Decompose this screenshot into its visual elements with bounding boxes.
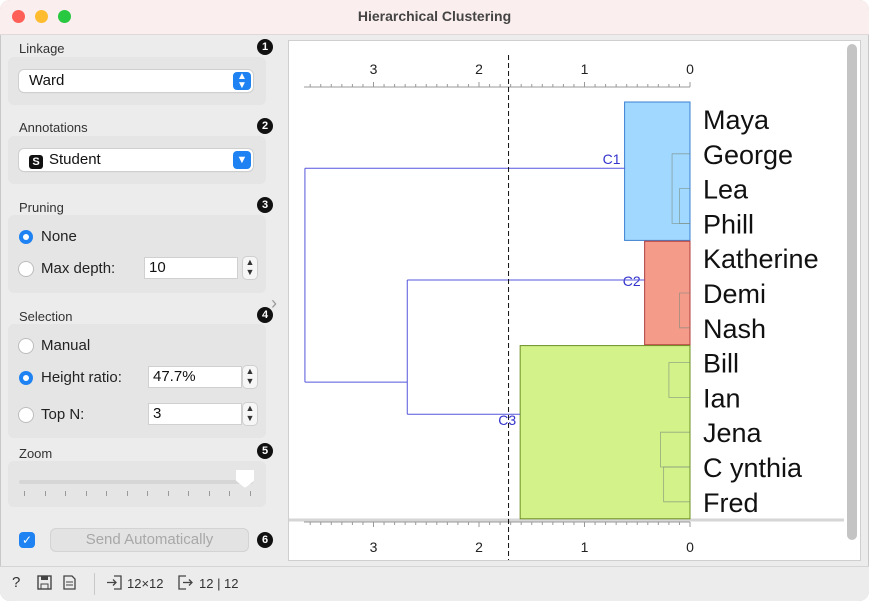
annotations-label: Annotations xyxy=(19,120,88,135)
output-summary: 12 | 12 xyxy=(199,576,239,591)
zoom-tick xyxy=(126,491,128,496)
cluster-label: C1 xyxy=(603,151,621,167)
axis-tick-label: 0 xyxy=(686,539,694,555)
pruning-box xyxy=(8,215,266,293)
zoom-tick xyxy=(229,491,230,496)
title-bar: Hierarchical Clustering xyxy=(0,0,869,35)
input-summary: 12×12 xyxy=(127,576,164,591)
selection-height-ratio-radio[interactable] xyxy=(19,371,33,385)
leaf-label: Maya xyxy=(703,105,770,135)
top-n-value: 3 xyxy=(153,405,162,422)
linkage-value: Ward xyxy=(29,72,65,89)
top-n-spinbox[interactable]: 3 xyxy=(149,404,241,424)
leaf-label: Demi xyxy=(703,279,766,309)
pruning-label: Pruning xyxy=(19,200,64,215)
leaf-label: Lea xyxy=(703,175,749,205)
input-icon xyxy=(106,575,122,593)
selection-manual-radio[interactable] xyxy=(19,339,33,353)
zoom-tick xyxy=(188,491,189,496)
manual-label: Manual xyxy=(41,337,91,354)
selection-top-n-radio[interactable] xyxy=(19,408,33,422)
save-icon[interactable] xyxy=(37,575,52,593)
zoom-slider-track[interactable] xyxy=(19,480,253,484)
vertical-scrollbar[interactable] xyxy=(847,44,857,540)
leaf-label: Fred xyxy=(703,488,759,518)
dendrogram-svg: 3 2 1 03 2 1 0C1C2C3MayaGeorgeLeaPhillKatherin… xyxy=(289,55,844,560)
zoom-tick xyxy=(208,491,210,496)
height-ratio-label: Height ratio: xyxy=(41,369,122,386)
control-panel: Linkage 1 Ward ▲ ▼ Annotations 2 S Student… xyxy=(0,35,285,565)
annotations-value: Student xyxy=(49,151,101,168)
zoom-tick xyxy=(65,491,66,496)
zoom-tick xyxy=(249,491,251,496)
status-bar: ? 12×12 12 | 12 xyxy=(0,566,869,601)
zoom-label: Zoom xyxy=(19,446,53,461)
dendrogram-view[interactable]: 3 2 1 0 3 2 1 0 C1 C2 C3 Maya George Lea Phill Katherin… xyxy=(289,41,860,560)
leaf-label: Katherine xyxy=(703,244,819,274)
zoom-tick xyxy=(106,491,107,496)
axis-tick-label: 3 xyxy=(370,61,378,77)
help-icon[interactable]: ? xyxy=(12,574,20,591)
zoom-tick xyxy=(85,491,87,496)
axis-tick-label: 1 xyxy=(581,539,589,555)
pruning-none-label: None xyxy=(41,228,77,245)
window-title: Hierarchical Clustering xyxy=(357,8,512,24)
zoom-tick xyxy=(147,491,148,496)
height-ratio-spinbox[interactable]: 47.7% xyxy=(149,367,241,387)
zoom-tick xyxy=(24,491,25,496)
top-n-stepper[interactable]: ▲ ▼ xyxy=(243,403,257,425)
zoom-tick xyxy=(44,491,46,496)
selection-label: Selection xyxy=(19,309,73,324)
max-depth-spinbox[interactable]: 10 xyxy=(145,258,237,278)
collapse-panel-chevron-icon[interactable]: › xyxy=(271,293,277,314)
badge-3: 3 xyxy=(257,197,273,213)
leaf-label: Phill xyxy=(703,209,754,239)
annotations-combo[interactable]: S Student ▼ xyxy=(19,149,253,171)
badge-5: 5 xyxy=(257,443,273,459)
leaf-label: Ian xyxy=(703,383,741,413)
max-depth-value: 10 xyxy=(149,259,166,276)
height-ratio-stepper[interactable]: ▲ ▼ xyxy=(243,366,257,388)
send-automatically-checkbox[interactable]: ✓ xyxy=(19,532,35,548)
linkage-label: Linkage xyxy=(19,41,65,56)
badge-1: 1 xyxy=(257,39,273,55)
axis-tick-label: 2 xyxy=(475,539,483,555)
axis-tick-label: 2 xyxy=(475,61,483,77)
zoom-box xyxy=(8,461,266,507)
top-n-label: Top N: xyxy=(41,406,85,423)
leaf-label: Jena xyxy=(703,418,763,448)
send-automatically-button[interactable]: Send Automatically xyxy=(51,529,248,551)
axis-tick-label: 0 xyxy=(686,61,694,77)
zoom-tick xyxy=(167,491,169,496)
pruning-none-radio[interactable] xyxy=(19,230,33,244)
output-icon xyxy=(178,575,194,593)
linkage-combo[interactable]: Ward ▲ ▼ xyxy=(19,70,253,92)
report-icon[interactable] xyxy=(63,575,76,593)
string-variable-icon: S xyxy=(29,155,43,169)
height-ratio-value: 47.7% xyxy=(153,368,196,385)
window: Hierarchical Clustering Linkage 1 Ward ▲… xyxy=(0,0,869,601)
chevron-down-icon: ▼ xyxy=(233,151,251,169)
updown-chevron-icon: ▲ ▼ xyxy=(233,72,251,91)
leaf-label: Nash xyxy=(703,314,766,344)
max-depth-label: Max depth: xyxy=(41,260,116,277)
axis-tick-label: 3 xyxy=(370,539,378,555)
badge-6: 6 xyxy=(257,532,273,548)
badge-2: 2 xyxy=(257,118,273,134)
cluster-label: C2 xyxy=(623,273,641,289)
cluster-box-c1 xyxy=(624,101,691,241)
leaf-label: C ynthia xyxy=(703,453,803,483)
max-depth-stepper[interactable]: ▲ ▼ xyxy=(243,257,257,279)
leaf-label: Bill xyxy=(703,349,739,379)
pruning-max-depth-radio[interactable] xyxy=(19,262,33,276)
status-divider xyxy=(94,573,95,595)
axis-tick-label: 1 xyxy=(581,61,589,77)
leaf-label: George xyxy=(703,140,793,170)
